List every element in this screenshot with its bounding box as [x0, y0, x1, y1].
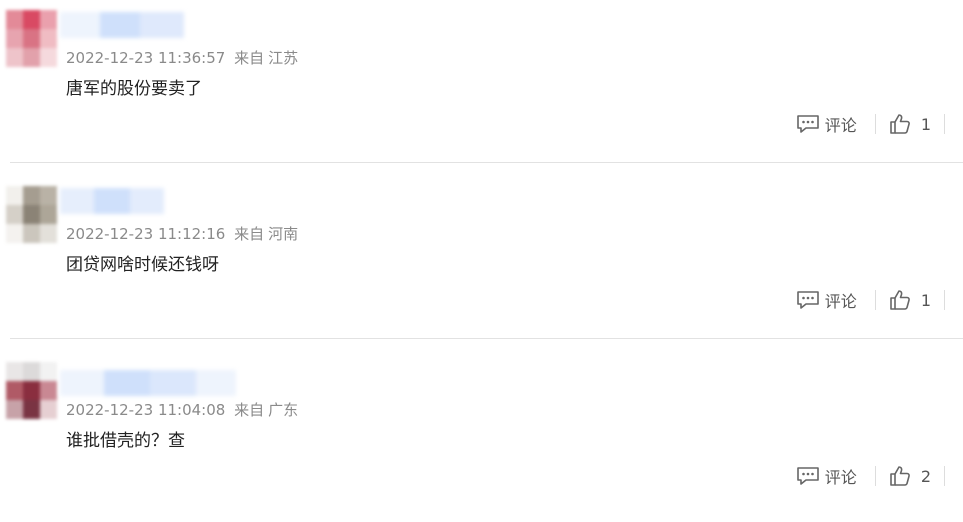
username-blurred[interactable]	[60, 370, 236, 396]
source-prefix: 来自	[234, 225, 265, 243]
like-count: 1	[920, 290, 931, 310]
comment-actions: 评论 2	[796, 464, 945, 488]
location: 江苏	[268, 49, 299, 67]
comment-text: 唐军的股份要卖了	[66, 79, 202, 99]
reply-button[interactable]: 评论	[796, 464, 857, 488]
reply-label: 评论	[824, 468, 857, 487]
like-button[interactable]: 1	[889, 289, 931, 311]
comment-item: 2022-12-23 11:36:57 来自 江苏 唐军的股份要卖了 评论 1	[0, 0, 963, 170]
source-prefix: 来自	[234, 49, 265, 67]
comment-divider	[10, 338, 963, 339]
timestamp: 2022-12-23 11:12:16	[66, 225, 226, 243]
thumbs-up-icon	[890, 114, 910, 134]
username-blurred[interactable]	[60, 12, 184, 38]
comment-text: 团贷网啥时候还钱呀	[66, 255, 219, 275]
divider	[874, 290, 876, 310]
comment-bubble-icon	[796, 291, 819, 309]
like-count: 2	[920, 466, 931, 486]
comment-meta: 2022-12-23 11:36:57 来自 江苏	[66, 47, 298, 68]
location: 河南	[268, 225, 299, 243]
comment-meta: 2022-12-23 11:12:16 来自 河南	[66, 223, 298, 244]
divider	[874, 466, 876, 486]
timestamp: 2022-12-23 11:04:08	[66, 401, 226, 419]
comment-divider	[10, 162, 963, 163]
comment-bubble-icon	[796, 115, 819, 133]
thumbs-up-icon	[890, 466, 910, 486]
comment-item: 2022-12-23 11:12:16 来自 河南 团贷网啥时候还钱呀 评论 1	[0, 176, 963, 346]
reply-button[interactable]: 评论	[796, 112, 857, 136]
like-count: 1	[920, 114, 931, 134]
username-blurred[interactable]	[60, 188, 164, 214]
reply-label: 评论	[824, 116, 857, 135]
like-button[interactable]: 2	[889, 465, 931, 487]
thumbs-up-icon	[890, 290, 910, 310]
like-button[interactable]: 1	[889, 113, 931, 135]
source-prefix: 来自	[234, 401, 265, 419]
comment-actions: 评论 1	[796, 288, 945, 312]
comment-item: 2022-12-23 11:04:08 来自 广东 谁批借壳的？查 评论 2	[0, 352, 963, 522]
reply-button[interactable]: 评论	[796, 288, 857, 312]
divider	[944, 114, 945, 134]
location: 广东	[268, 401, 299, 419]
divider	[944, 290, 945, 310]
reply-label: 评论	[824, 292, 857, 311]
divider	[874, 114, 876, 134]
comment-bubble-icon	[796, 467, 819, 485]
comment-meta: 2022-12-23 11:04:08 来自 广东	[66, 399, 298, 420]
divider	[944, 466, 945, 486]
comment-text: 谁批借壳的？查	[66, 431, 185, 451]
timestamp: 2022-12-23 11:36:57	[66, 49, 226, 67]
avatar[interactable]	[6, 362, 57, 419]
comment-actions: 评论 1	[796, 112, 945, 136]
avatar[interactable]	[6, 10, 57, 67]
avatar[interactable]	[6, 186, 57, 243]
